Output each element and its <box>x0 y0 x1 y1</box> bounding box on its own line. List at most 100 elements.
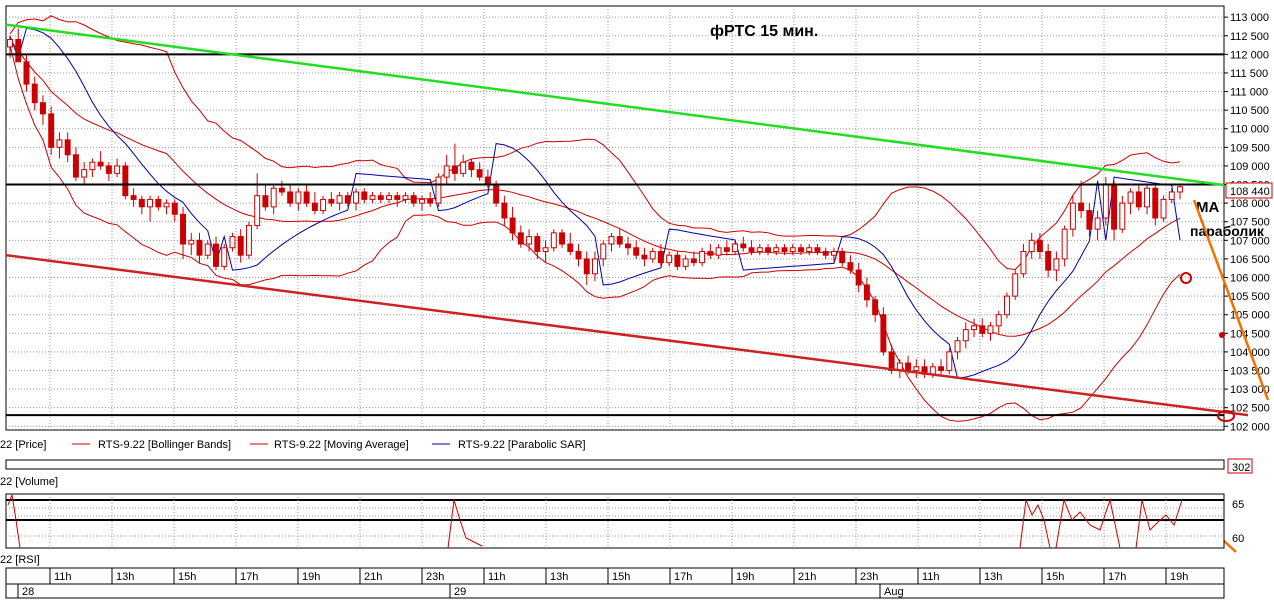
y-tick-label: 106 000 <box>1230 273 1270 285</box>
candle-body <box>559 232 566 245</box>
y-tick-label: 110 000 <box>1230 124 1269 136</box>
candle-body <box>147 198 154 208</box>
candle-body <box>863 284 870 301</box>
candle-body <box>196 239 203 256</box>
legend-moving-average: RTS-9.22 [Moving Average] <box>274 439 409 451</box>
candle-body <box>270 187 277 208</box>
day-label: 29 <box>454 586 466 598</box>
candle-body <box>1111 184 1118 230</box>
last-price-badge: 108 440 <box>1225 182 1273 199</box>
hour-label: 19h <box>302 571 320 583</box>
candle-body <box>657 250 664 264</box>
candle-body <box>435 176 442 204</box>
candle-body <box>180 213 186 245</box>
candle-body <box>130 195 137 200</box>
candle-body <box>1053 258 1060 271</box>
candle-body <box>1168 191 1175 200</box>
candle-body <box>7 38 13 48</box>
candle-body <box>1135 191 1142 208</box>
candle-body <box>913 366 920 371</box>
candle-body <box>954 340 961 353</box>
candle-body <box>1036 239 1043 252</box>
candle-body <box>1160 198 1167 219</box>
candle-body <box>377 195 384 200</box>
candle-body <box>81 169 88 178</box>
candle-body <box>798 247 804 252</box>
candle-body <box>979 325 986 334</box>
candle-body <box>48 113 55 148</box>
candle-body <box>213 243 219 267</box>
candle-body <box>138 198 145 208</box>
hour-label: 11h <box>922 571 940 583</box>
hour-label: 17h <box>674 571 692 583</box>
candle-body <box>336 195 343 204</box>
candle-body <box>781 247 788 252</box>
candle-body <box>451 165 458 174</box>
candle-body <box>534 236 541 252</box>
candle-body <box>674 254 681 267</box>
candle-body <box>204 243 211 256</box>
candle-body <box>72 154 79 178</box>
candle-body <box>254 195 261 226</box>
candle-body <box>501 202 508 219</box>
hour-label: 15h <box>1046 571 1064 583</box>
rsi-tick-65: 65 <box>1232 499 1244 511</box>
legend-price: 22 [Price] <box>0 439 46 451</box>
candle-body <box>740 243 747 249</box>
legend-bollinger: RTS-9.22 [Bollinger Bands] <box>98 439 231 451</box>
price-panel <box>5 5 1225 431</box>
candle-body <box>1094 217 1101 230</box>
y-tick-label: 112 000 <box>1230 49 1269 61</box>
candle-body <box>1152 187 1159 219</box>
legend-parabolic-sar: RTS-9.22 [Parabolic SAR] <box>458 439 586 451</box>
candle-body <box>278 187 285 193</box>
candle-body <box>1144 187 1151 208</box>
price-chart: 113 000 112 500 112 000 111 500 111 000 110 5… <box>0 5 1273 599</box>
candle-body <box>624 243 631 249</box>
candle-body <box>31 83 38 104</box>
candle-body <box>105 165 112 174</box>
candle-body <box>509 217 516 234</box>
candle-body <box>221 247 228 267</box>
candle-body <box>295 191 302 204</box>
y-tick-label: 104 500 <box>1230 328 1270 340</box>
candle-body <box>830 250 837 256</box>
candle-body <box>171 202 178 215</box>
candle-body <box>872 299 879 316</box>
candle-body <box>163 202 170 208</box>
candle-body <box>1045 250 1052 271</box>
candle-body <box>732 243 739 252</box>
candle-body <box>56 139 63 148</box>
y-tick-label: 111 000 <box>1230 87 1268 99</box>
candle-body <box>814 247 821 252</box>
candle-body <box>1004 295 1010 316</box>
candle-body <box>1069 202 1076 230</box>
hour-label: 19h <box>736 571 754 583</box>
candle-body <box>723 247 730 252</box>
candle-body <box>245 224 252 256</box>
y-tick-label: 106 500 <box>1230 254 1270 266</box>
target-dot <box>1219 332 1225 338</box>
candle-body <box>97 161 104 167</box>
candle-body <box>23 61 30 85</box>
candle-body <box>443 165 450 178</box>
hour-label: 15h <box>178 571 196 583</box>
hour-label: 19h <box>1170 571 1188 583</box>
candle-body <box>484 176 491 186</box>
candle-body <box>748 247 755 252</box>
rsi-tick-60: 60 <box>1232 533 1244 545</box>
candle-body <box>971 325 977 331</box>
candle-body <box>1086 210 1093 230</box>
candle-body <box>690 258 697 264</box>
candle-body <box>517 232 524 245</box>
candle-body <box>699 250 706 264</box>
candle-body <box>287 191 294 204</box>
rsi-label: 22 [RSI] <box>0 554 40 566</box>
volume-value: 302 <box>1232 462 1250 474</box>
candle-body <box>756 247 763 252</box>
day-label: 28 <box>22 586 34 598</box>
candle-body <box>806 247 813 252</box>
candle-body <box>1061 228 1068 260</box>
candle-body <box>344 195 351 204</box>
candle-body <box>402 195 409 200</box>
